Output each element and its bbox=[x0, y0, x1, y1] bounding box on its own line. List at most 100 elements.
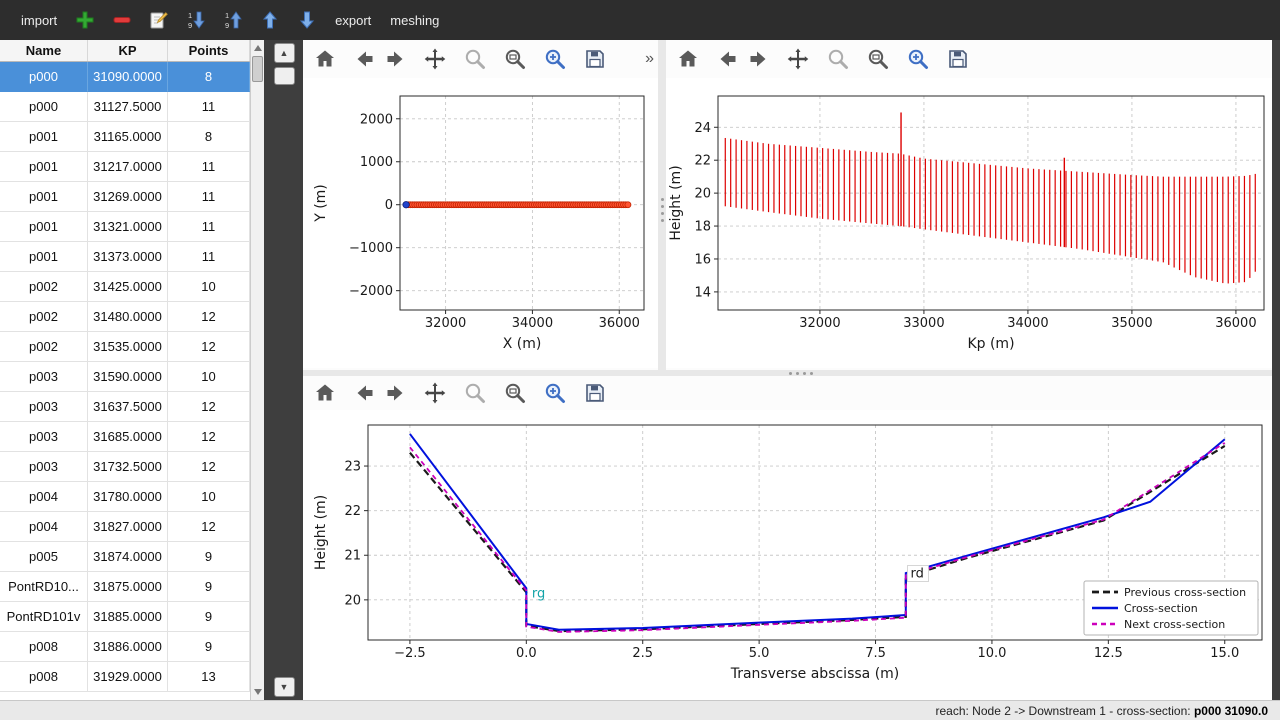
table-row[interactable]: p00031127.500011 bbox=[0, 92, 250, 122]
pan-button[interactable] bbox=[782, 44, 814, 74]
table-row[interactable]: p00131165.00008 bbox=[0, 122, 250, 152]
meshing-button[interactable]: meshing bbox=[387, 9, 442, 32]
forward-button[interactable] bbox=[742, 44, 774, 74]
svg-text:34000: 34000 bbox=[512, 316, 553, 331]
table-cell: p000 bbox=[0, 92, 88, 122]
table-row[interactable]: p00831886.00009 bbox=[0, 632, 250, 662]
column-header-kp[interactable]: KP bbox=[88, 40, 168, 61]
zoom-plus-button[interactable] bbox=[902, 44, 934, 74]
table-cell: 12 bbox=[168, 422, 250, 452]
edit-cross-section-button[interactable] bbox=[147, 8, 171, 32]
horizontal-splitter[interactable] bbox=[303, 370, 1272, 376]
svg-text:32000: 32000 bbox=[425, 316, 466, 331]
back-button[interactable] bbox=[712, 44, 744, 74]
forward-button[interactable] bbox=[379, 378, 411, 408]
longitudinal-plot-toolbar bbox=[666, 40, 1272, 78]
zoom-button[interactable] bbox=[459, 44, 491, 74]
table-row[interactable]: p00331590.000010 bbox=[0, 362, 250, 392]
home-button[interactable] bbox=[309, 378, 341, 408]
save-button[interactable] bbox=[579, 378, 611, 408]
table-cell: 31480.0000 bbox=[88, 302, 168, 332]
zoom-rect-button[interactable] bbox=[499, 378, 531, 408]
svg-text:2000: 2000 bbox=[360, 112, 393, 127]
table-row[interactable]: p00331685.000012 bbox=[0, 422, 250, 452]
panel-scrollbar[interactable]: ▲ ▼ bbox=[272, 40, 296, 700]
table-cell: PontRD101v bbox=[0, 602, 88, 632]
import-button[interactable]: import bbox=[18, 9, 60, 32]
table-cell: p001 bbox=[0, 122, 88, 152]
sort-descending-icon bbox=[186, 10, 206, 30]
zoom-plus-icon bbox=[543, 47, 567, 71]
table-row[interactable]: p00031090.00008 bbox=[0, 62, 250, 92]
scroll-up-icon[interactable] bbox=[254, 45, 262, 51]
column-header-points[interactable]: Points bbox=[168, 40, 250, 61]
table-row[interactable]: PontRD101v31885.00009 bbox=[0, 602, 250, 632]
scroll-up-button[interactable]: ▲ bbox=[274, 43, 295, 63]
table-row[interactable]: p00431827.000012 bbox=[0, 512, 250, 542]
save-icon bbox=[583, 47, 607, 71]
zoom-rect-button[interactable] bbox=[499, 44, 531, 74]
table-row[interactable]: p00331637.500012 bbox=[0, 392, 250, 422]
table-cell: p003 bbox=[0, 362, 88, 392]
table-row[interactable]: p00131321.000011 bbox=[0, 212, 250, 242]
main-area: Name KP Points p00031090.00008p00031127.… bbox=[0, 40, 1280, 700]
table-row[interactable]: p00131269.000011 bbox=[0, 182, 250, 212]
table-row[interactable]: p00331732.500012 bbox=[0, 452, 250, 482]
table-row[interactable]: PontRD10...31875.00009 bbox=[0, 572, 250, 602]
table-scrollbar[interactable] bbox=[250, 40, 264, 700]
pan-button[interactable] bbox=[419, 378, 451, 408]
zoom-button[interactable] bbox=[822, 44, 854, 74]
table-cell: 10 bbox=[168, 272, 250, 302]
status-bar: reach: Node 2 -> Downstream 1 - cross-se… bbox=[0, 700, 1280, 720]
table-row[interactable]: p00231425.000010 bbox=[0, 272, 250, 302]
cross-section-plot[interactable]: −2.50.02.55.07.510.012.515.020212223Tran… bbox=[303, 410, 1272, 700]
table-row[interactable]: p00831929.000013 bbox=[0, 662, 250, 692]
back-button[interactable] bbox=[349, 378, 381, 408]
table-cell: 12 bbox=[168, 332, 250, 362]
home-button[interactable] bbox=[672, 44, 704, 74]
table-row[interactable]: p00231535.000012 bbox=[0, 332, 250, 362]
zoom-plus-button[interactable] bbox=[539, 378, 571, 408]
table-cell: 12 bbox=[168, 302, 250, 332]
svg-text:36000: 36000 bbox=[1215, 316, 1256, 331]
table-cell: p002 bbox=[0, 272, 88, 302]
forward-button[interactable] bbox=[379, 44, 411, 74]
save-button[interactable] bbox=[579, 44, 611, 74]
table-cell: 31885.0000 bbox=[88, 602, 168, 632]
zoom-rect-icon bbox=[503, 47, 527, 71]
scroll-down-button[interactable]: ▼ bbox=[274, 677, 295, 697]
table-row[interactable]: p00131373.000011 bbox=[0, 242, 250, 272]
add-cross-section-button[interactable] bbox=[73, 8, 97, 32]
table-cell: p003 bbox=[0, 452, 88, 482]
remove-cross-section-button[interactable] bbox=[110, 8, 134, 32]
save-button[interactable] bbox=[942, 44, 974, 74]
table-row[interactable]: p00131217.000011 bbox=[0, 152, 250, 182]
longitudinal-plot[interactable]: 3200033000340003500036000141618202224Kp … bbox=[666, 78, 1272, 368]
sort-ascending-button[interactable] bbox=[221, 8, 245, 32]
svg-text:Next cross-section: Next cross-section bbox=[1124, 618, 1225, 631]
panel-scrollbar-thumb[interactable] bbox=[274, 67, 295, 85]
vertical-splitter[interactable] bbox=[658, 40, 666, 370]
toolbar-overflow-button[interactable]: » bbox=[645, 51, 654, 67]
table-row[interactable]: p00231480.000012 bbox=[0, 302, 250, 332]
table-row[interactable]: p00431780.000010 bbox=[0, 482, 250, 512]
zoom-rect-button[interactable] bbox=[862, 44, 894, 74]
table-cell: 31929.0000 bbox=[88, 662, 168, 692]
scroll-down-icon[interactable] bbox=[254, 689, 262, 695]
sort-descending-button[interactable] bbox=[184, 8, 208, 32]
move-down-button[interactable] bbox=[295, 8, 319, 32]
status-current-section: p000 31090.0 bbox=[1194, 704, 1268, 718]
table-row[interactable]: p00531874.00009 bbox=[0, 542, 250, 572]
zoom-button[interactable] bbox=[459, 378, 491, 408]
table-scrollbar-thumb[interactable] bbox=[252, 56, 263, 82]
table-cell: 31732.5000 bbox=[88, 452, 168, 482]
plan-plot[interactable]: 320003400036000200010000−1000−2000X (m)Y… bbox=[303, 78, 658, 368]
back-button[interactable] bbox=[349, 44, 381, 74]
column-header-name[interactable]: Name bbox=[0, 40, 88, 61]
home-button[interactable] bbox=[309, 44, 341, 74]
svg-text:32000: 32000 bbox=[799, 316, 840, 331]
pan-button[interactable] bbox=[419, 44, 451, 74]
export-button[interactable]: export bbox=[332, 9, 374, 32]
move-up-button[interactable] bbox=[258, 8, 282, 32]
zoom-plus-button[interactable] bbox=[539, 44, 571, 74]
